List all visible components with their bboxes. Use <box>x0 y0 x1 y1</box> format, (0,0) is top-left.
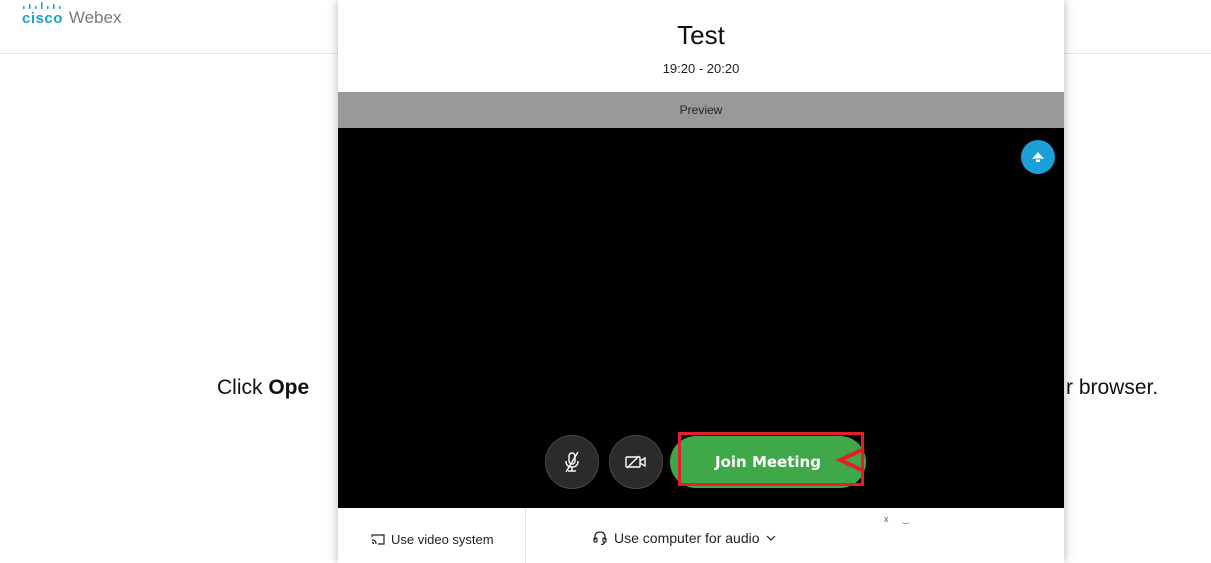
stop-video-button[interactable] <box>609 435 663 489</box>
cisco-webex-logo: cisco Webex <box>22 2 121 27</box>
video-system-label: Use video system <box>391 532 494 547</box>
cisco-wordmark: cisco <box>22 2 63 27</box>
brand-text: cisco <box>22 10 63 27</box>
instruction-bold-fragment: Ope <box>268 376 310 399</box>
background-instruction-right: r browser. <box>1066 376 1159 399</box>
preview-label-bar: Preview <box>338 92 1064 128</box>
product-name: Webex <box>68 8 122 27</box>
preview-label: Preview <box>679 103 723 117</box>
audio-connection-dropdown[interactable]: Use computer for audio <box>592 530 776 546</box>
join-meeting-button[interactable]: Join Meeting <box>670 436 866 488</box>
instruction-prefix: Click <box>217 376 269 399</box>
audio-label: Use computer for audio <box>614 530 760 546</box>
cast-icon <box>371 534 385 545</box>
headset-icon <box>593 531 607 546</box>
meeting-title: Test <box>677 20 725 50</box>
network-status-icon[interactable] <box>1021 140 1055 174</box>
mic-muted-icon <box>565 451 579 473</box>
bottom-divider <box>525 508 526 563</box>
webex-join-page: cisco Webex Click Ope r browser. Test 19… <box>0 0 1211 563</box>
use-video-system-button[interactable]: Use video system <box>370 532 494 547</box>
mute-button[interactable] <box>545 435 599 489</box>
chevron-down-icon <box>766 535 775 541</box>
meeting-time: 19:20 - 20:20 <box>662 61 740 76</box>
join-meeting-dialog: Test 19:20 - 20:20 Preview Join Meeting … <box>338 0 1064 563</box>
bottom-marks: x ͜ <box>884 514 916 524</box>
join-options-bar: Use video system Use computer for audio … <box>338 508 1064 563</box>
video-preview: Join Meeting <box>338 128 1064 508</box>
camera-off-icon <box>625 455 646 469</box>
status-glyph <box>1032 152 1044 162</box>
cisco-bars-icon <box>23 2 61 9</box>
background-instruction-left: Click Ope <box>217 376 309 400</box>
